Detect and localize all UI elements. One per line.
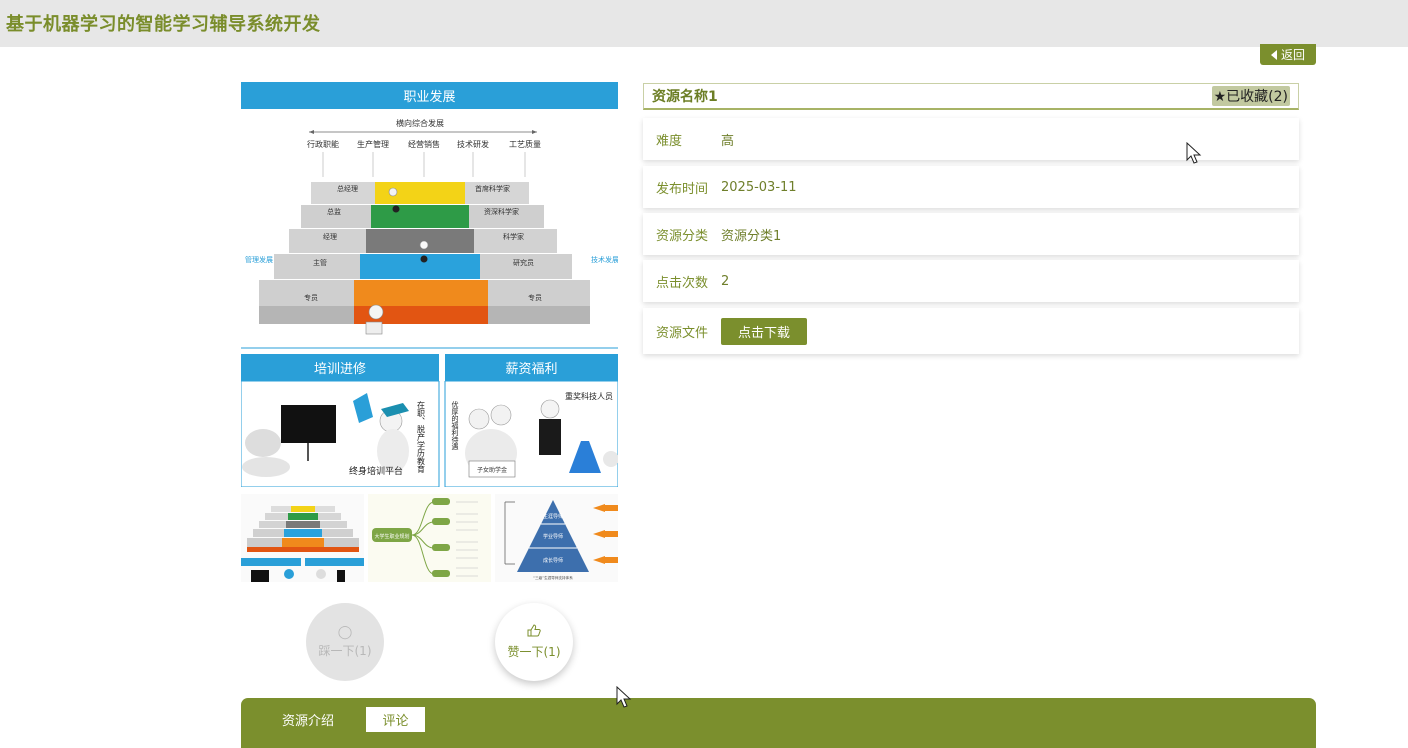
- thumbnail-3[interactable]: 生涯导师 学业导师 成长导师 “三级”生涯导师支持体系: [495, 494, 618, 582]
- svg-text:重奖科技人员: 重奖科技人员: [565, 391, 613, 401]
- svg-text:大学生职业规划: 大学生职业规划: [374, 533, 409, 540]
- tab-resource-intro[interactable]: 资源介绍: [275, 707, 341, 732]
- svg-text:技术发展: 技术发展: [591, 255, 618, 264]
- thumbnail-2[interactable]: 大学生职业规划: [368, 494, 491, 582]
- svg-text:经理: 经理: [323, 232, 337, 241]
- svg-text:专员: 专员: [528, 293, 542, 302]
- svg-text:优厚的福利待遇: 优厚的福利待遇: [451, 400, 459, 451]
- svg-text:研究员: 研究员: [513, 258, 534, 267]
- download-button[interactable]: 点击下载: [721, 317, 808, 345]
- thumbnail-1[interactable]: [241, 494, 364, 582]
- svg-text:子女助学金: 子女助学金: [477, 466, 507, 474]
- resource-header: 资源名称1 ★已收藏(2): [643, 83, 1299, 110]
- dislike-button[interactable]: ◯ 踩一下(1): [306, 603, 384, 681]
- thumbs-down-icon: ◯: [337, 624, 353, 640]
- resource-name: 资源名称1: [652, 89, 718, 105]
- field-label: 资源文件: [656, 325, 709, 341]
- tab-bar: 资源介绍 评论: [241, 698, 1316, 748]
- like-button[interactable]: 赞一下(1): [495, 603, 573, 681]
- mouse-pointer-icon: [616, 686, 632, 708]
- field-value: 资源分类1: [721, 228, 782, 244]
- resource-main-image: 职业发展 横向综合发展 行政职能 生产管理 经营销售 技术研发 工艺质量 总经理…: [241, 82, 618, 487]
- thumbs-up-icon: [527, 624, 541, 641]
- svg-text:科学家: 科学家: [503, 232, 524, 241]
- star-icon: ★: [1213, 89, 1227, 105]
- thumbnail-strip: 大学生职业规划 生涯导师 学业导师 成长导师 “三级”生涯导师支持体系: [241, 494, 618, 582]
- field-label: 资源分类: [656, 228, 709, 244]
- svg-text:主管: 主管: [313, 258, 327, 267]
- svg-text:经营销售: 经营销售: [408, 139, 440, 149]
- mouse-pointer-icon: [1186, 142, 1202, 164]
- field-value: 2025-03-11: [721, 179, 797, 195]
- favorite-label: 已收藏(2): [1226, 89, 1288, 105]
- svg-text:终身培训平台: 终身培训平台: [349, 465, 403, 477]
- favorite-button[interactable]: ★已收藏(2): [1211, 86, 1290, 106]
- svg-text:生产管理: 生产管理: [357, 139, 389, 149]
- svg-text:成长导师: 成长导师: [543, 557, 563, 564]
- svg-text:生涯导师: 生涯导师: [543, 513, 563, 520]
- top-bar: 基于机器学习的智能学习辅导系统开发: [0, 0, 1408, 47]
- field-row-resource-file: 资源文件 点击下载: [643, 308, 1299, 354]
- svg-text:学业导师: 学业导师: [543, 533, 563, 540]
- training-salary-graphic: 终身培训平台 在职、脱产学历教育 子女助学金 重奖科技人员 优厚的福利待遇: [241, 381, 618, 487]
- svg-text:资深科学家: 资深科学家: [484, 207, 519, 216]
- image-subheading: 横向综合发展: [396, 118, 444, 128]
- svg-text:专员: 专员: [304, 293, 318, 302]
- tab-comments[interactable]: 评论: [366, 707, 425, 732]
- svg-text:技术研发: 技术研发: [457, 139, 489, 149]
- field-label: 点击次数: [656, 275, 709, 291]
- like-label: 赞一下(1): [507, 645, 561, 659]
- svg-text:在职、脱产学历教育: 在职、脱产学历教育: [417, 400, 426, 474]
- svg-text:总监: 总监: [327, 207, 341, 216]
- salary-heading: 薪资福利: [445, 354, 618, 381]
- svg-text:工艺质量: 工艺质量: [509, 139, 541, 149]
- training-heading: 培训进修: [241, 354, 439, 381]
- dislike-label: 踩一下(1): [318, 643, 372, 658]
- svg-text:行政职能: 行政职能: [307, 139, 339, 149]
- field-row-publish-time: 发布时间 2025-03-11: [643, 166, 1299, 208]
- field-label: 发布时间: [656, 181, 709, 197]
- field-row-category: 资源分类 资源分类1: [643, 213, 1299, 255]
- back-button[interactable]: 返回: [1260, 44, 1316, 65]
- field-label: 难度: [656, 133, 683, 149]
- back-button-label: 返回: [1280, 48, 1305, 62]
- svg-text:总经理: 总经理: [337, 184, 358, 193]
- field-row-click-count: 点击次数 2: [643, 260, 1299, 302]
- caret-left-icon: [1270, 49, 1277, 60]
- svg-text:首席科学家: 首席科学家: [475, 184, 510, 193]
- svg-text:“三级”生涯导师支持体系: “三级”生涯导师支持体系: [533, 575, 573, 580]
- app-title: 基于机器学习的智能学习辅导系统开发: [6, 14, 321, 35]
- field-value: 2: [721, 273, 730, 289]
- svg-text:管理发展: 管理发展: [245, 255, 273, 264]
- field-value: 高: [721, 133, 735, 149]
